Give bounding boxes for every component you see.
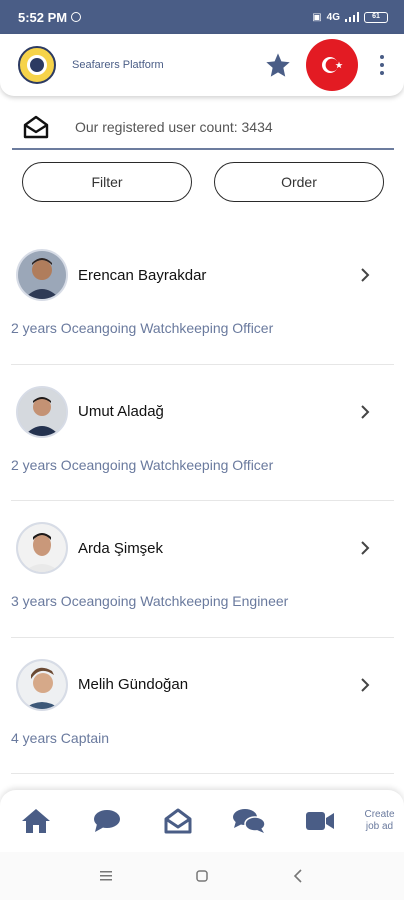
home-system-button[interactable] (192, 866, 212, 886)
signal-icon (345, 12, 359, 22)
envelope-open-icon (23, 115, 49, 139)
avatar (16, 658, 68, 711)
avatar-photo (18, 251, 66, 299)
chevron-right-icon (354, 404, 376, 420)
filter-row: Filter Order (22, 162, 384, 202)
video-camera-icon (305, 812, 334, 830)
conversations-icon (232, 809, 266, 833)
seafarers-logo (18, 46, 56, 84)
chat-bubble-icon (93, 810, 120, 832)
nav-home[interactable] (0, 790, 71, 852)
square-icon (196, 870, 208, 882)
user-row: Arda Şimşek (16, 522, 394, 574)
avatar-photo (18, 524, 66, 572)
user-list: Erencan Bayrakdar 2 years Oceangoing Wat… (11, 228, 394, 774)
battery-icon: 61 (364, 11, 388, 23)
status-bar: 5:52 PM ▣ 4G 61 (0, 0, 404, 34)
menu-dot (380, 71, 384, 75)
favorites-button[interactable] (260, 47, 296, 83)
chevron-right-icon (354, 267, 376, 283)
status-time: 5:52 PM (18, 9, 68, 25)
user-row: Erencan Bayrakdar (16, 249, 394, 301)
more-menu-button[interactable] (372, 47, 392, 83)
avatar (16, 249, 68, 301)
list-item[interactable]: Erencan Bayrakdar 2 years Oceangoing Wat… (11, 228, 394, 365)
app-header: Seafarers Platform (0, 34, 404, 96)
menu-lines-icon (100, 871, 112, 881)
turkey-flag-icon (322, 57, 343, 73)
avatar-photo (18, 387, 66, 436)
avatar-photo (18, 660, 66, 709)
list-item[interactable]: Arda Şimşek 3 years Oceangoing Watchkeep… (11, 501, 394, 638)
avatar (16, 385, 68, 438)
user-row: Umut Aladağ (16, 385, 394, 438)
back-chevron-icon (293, 869, 302, 883)
user-name: Erencan Bayrakdar (78, 266, 207, 284)
user-experience: 2 years Oceangoing Watchkeeping Officer (11, 320, 274, 336)
user-experience: 3 years Oceangoing Watchkeeping Engineer (11, 593, 289, 609)
envelope-open-icon (164, 808, 191, 834)
nav-messages[interactable] (142, 790, 213, 852)
bottom-nav: Create job ad (0, 790, 404, 852)
create-job-ad-button[interactable]: Create job ad (355, 809, 404, 833)
user-name: Melih Gündoğan (78, 676, 189, 693)
system-nav-bar (0, 852, 404, 900)
order-button[interactable]: Order (214, 162, 384, 202)
notification-icon (71, 12, 82, 22)
nav-chat[interactable] (71, 790, 142, 852)
sim-icon: ▣ (312, 11, 322, 23)
network-label: 4G (326, 11, 340, 23)
language-flag-button[interactable] (306, 39, 358, 91)
list-item[interactable]: Melih Gündoğan 4 years Captain (11, 638, 394, 774)
user-count-text: Our registered user count: 3434 (75, 119, 273, 135)
chevron-right-icon (354, 677, 376, 693)
menu-dot (380, 63, 384, 67)
recent-apps-button[interactable] (96, 866, 116, 886)
avatar (16, 522, 68, 574)
menu-dot (380, 55, 384, 59)
back-system-button[interactable] (288, 866, 308, 886)
list-item[interactable]: Umut Aladağ 2 years Oceangoing Watchkeep… (11, 365, 394, 501)
user-experience: 2 years Oceangoing Watchkeeping Officer (11, 456, 274, 473)
home-icon (21, 809, 50, 833)
user-name: Umut Aladağ (78, 403, 164, 420)
user-name: Arda Şimşek (78, 539, 164, 557)
nav-conversations[interactable] (213, 790, 284, 852)
filter-button[interactable]: Filter (22, 162, 192, 202)
user-experience: 4 years Captain (11, 729, 110, 746)
app-title: Seafarers Platform (72, 59, 164, 71)
status-right: ▣ 4G 61 (312, 11, 388, 23)
user-count-banner: Our registered user count: 3434 (12, 106, 394, 150)
user-row: Melih Gündoğan (16, 658, 394, 711)
nav-video[interactable] (284, 790, 355, 852)
star-icon (266, 53, 290, 77)
chevron-right-icon (354, 540, 376, 556)
status-left: 5:52 PM (18, 9, 82, 25)
logo-emblem (27, 55, 47, 75)
